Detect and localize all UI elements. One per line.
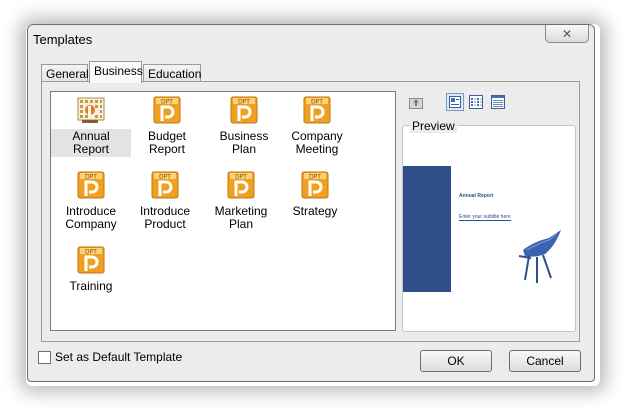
dpt-presentation-icon: DPT (300, 170, 330, 200)
icon-caption: DPT (311, 99, 323, 106)
checkbox-label: Set as Default Template (55, 350, 183, 364)
preview-group: Annual Report Enter your subtitle here (402, 125, 576, 332)
template-label: Budget Report (147, 129, 187, 156)
template-item[interactable]: Annual Report (51, 95, 131, 157)
preview-label: Preview (410, 119, 457, 133)
template-list[interactable]: Annual Report DPT Budget Report DPT Busi… (50, 91, 396, 331)
icon-caption: DPT (238, 99, 250, 106)
dpt-presentation-icon: DPT (226, 170, 256, 200)
dpt-presentation-icon: DPT (150, 170, 180, 200)
chair-image (518, 230, 561, 283)
default-template-checkbox[interactable]: Set as Default Template (38, 350, 182, 364)
preview-slide: Annual Report Enter your subtitle here (403, 166, 571, 292)
template-label: Annual Report (51, 129, 131, 157)
template-label: Introduce Product (139, 204, 191, 231)
list-view-icon (469, 95, 483, 109)
template-label: Strategy (292, 204, 338, 218)
up-one-level-icon (409, 98, 423, 109)
dpt-presentation-icon: DPT (302, 95, 332, 125)
preview-slide-title: Annual Report (459, 193, 494, 199)
dpt-presentation-icon: DPT (76, 245, 106, 275)
large-icons-view-icon (449, 96, 461, 108)
icon-caption: DPT (235, 174, 247, 181)
template-item[interactable]: DPT Business Plan (204, 95, 284, 157)
title-bar[interactable]: Templates ✕ (28, 25, 594, 53)
list-view-button[interactable] (468, 94, 484, 110)
dialog-title: Templates (33, 32, 93, 47)
icon-caption: DPT (85, 174, 97, 181)
dpt-presentation-icon: DPT (76, 170, 106, 200)
template-item[interactable]: DPT Strategy (275, 170, 355, 219)
template-item[interactable]: DPT Company Meeting (277, 95, 357, 157)
dpt-presentation-icon: DPT (229, 95, 259, 125)
template-label: Business Plan (219, 129, 269, 156)
close-button[interactable]: ✕ (545, 25, 589, 43)
template-item[interactable]: DPT Introduce Product (125, 170, 205, 232)
template-item[interactable]: DPT Introduce Company (51, 170, 131, 232)
details-view-button[interactable] (490, 94, 506, 110)
tab-education[interactable]: Education (143, 64, 201, 82)
template-item[interactable]: DPT Budget Report (127, 95, 207, 157)
ok-button[interactable]: OK (420, 350, 492, 372)
template-label: Marketing Plan (214, 204, 268, 231)
large-icons-view-button[interactable] (446, 93, 464, 111)
preview-slide-band (403, 166, 451, 292)
tab-general[interactable]: General (41, 64, 89, 82)
up-one-level-button[interactable] (408, 94, 424, 110)
close-icon: ✕ (561, 26, 573, 41)
template-label: Introduce Company (65, 204, 117, 231)
template-label: Company Meeting (291, 129, 343, 156)
icon-caption: DPT (159, 174, 171, 181)
icon-caption: DPT (85, 249, 97, 256)
details-view-icon (491, 95, 505, 109)
preview-slide-subtitle: Enter your subtitle here (459, 214, 511, 221)
checkbox-box[interactable] (38, 350, 51, 364)
tab-business[interactable]: Business (89, 61, 143, 83)
dpt-presentation-icon: DPT (152, 95, 182, 125)
template-item[interactable]: DPT Marketing Plan (201, 170, 281, 232)
annual-report-icon (76, 95, 106, 125)
templates-dialog: Templates ✕ General Business Education A… (27, 24, 595, 382)
cancel-button[interactable]: Cancel (509, 350, 581, 372)
template-label: Training (69, 279, 113, 293)
template-item[interactable]: DPT Training (51, 245, 131, 294)
icon-caption: DPT (309, 174, 321, 181)
icon-caption: DPT (161, 99, 173, 106)
